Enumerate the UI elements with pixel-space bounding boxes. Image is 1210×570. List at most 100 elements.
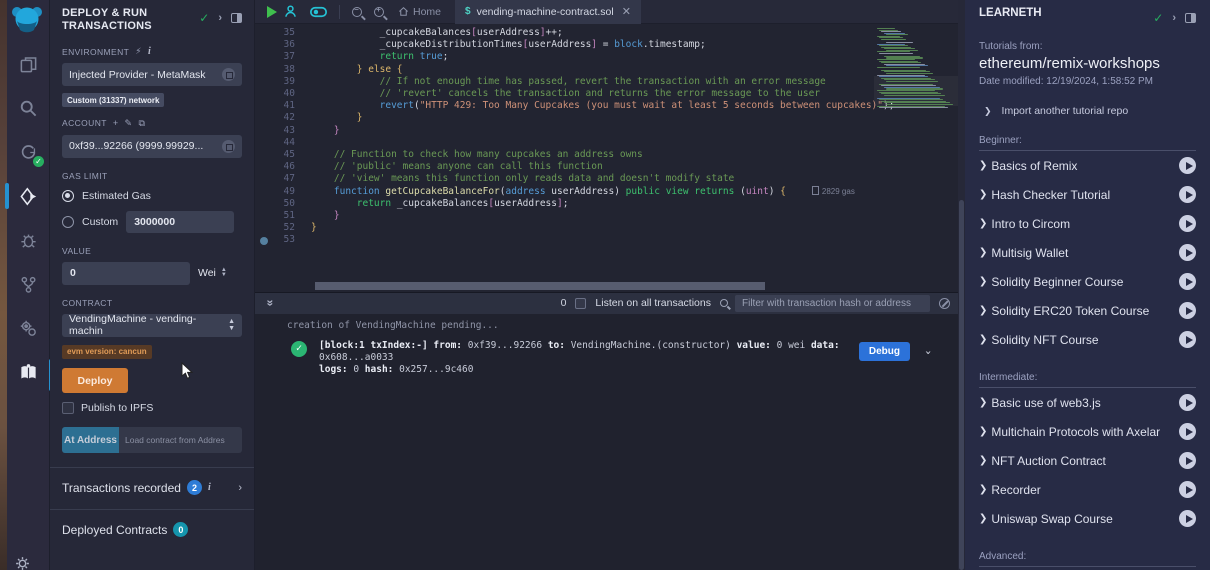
tutorial-item[interactable]: ❯Multisig Wallet [979, 238, 1196, 267]
git-icon[interactable] [7, 262, 50, 306]
play-tutorial-icon[interactable] [1179, 302, 1196, 319]
line-number[interactable]: 47 [255, 173, 311, 185]
file-explorer-icon[interactable] [7, 42, 50, 86]
copy-account-icon[interactable]: ⧉ [138, 118, 145, 129]
line-number[interactable]: 37 [255, 51, 311, 63]
remixd-user-icon[interactable] [283, 4, 298, 19]
tutorial-item[interactable]: ❯Solidity Beginner Course [979, 267, 1196, 296]
code-line[interactable]: 44 [255, 137, 874, 149]
account-select[interactable]: 0xf39...92266 (9999.99929... [62, 135, 242, 158]
code-line[interactable]: 47 // 'view' means this function only re… [255, 173, 874, 185]
environment-select[interactable]: Injected Provider - MetaMask [62, 63, 242, 86]
tutorial-item[interactable]: ❯Solidity ERC20 Token Course [979, 296, 1196, 325]
play-tutorial-icon[interactable] [1179, 157, 1196, 174]
code-line[interactable]: 50 return _cupcakeBalances[userAddress]; [255, 198, 874, 210]
line-number[interactable]: 52 [255, 222, 311, 234]
run-script-icon[interactable] [267, 6, 277, 18]
environment-info-icon[interactable]: i [148, 46, 151, 57]
line-number[interactable]: 35 [255, 27, 311, 39]
editor-minimap[interactable] [874, 24, 958, 281]
line-number[interactable]: 38 [255, 64, 311, 76]
code-line[interactable]: 38 } else { [255, 64, 874, 76]
edit-account-icon[interactable]: ✎ [124, 118, 132, 129]
at-address-input[interactable] [119, 427, 242, 453]
code-line[interactable]: 53 [255, 234, 874, 246]
import-tutorial-repo[interactable]: ❯ Import another tutorial repo [979, 105, 1196, 117]
tutorial-item[interactable]: ❯Intro to Circom [979, 209, 1196, 238]
solidity-compiler-icon[interactable]: ✓ [7, 130, 50, 174]
zoom-in-icon[interactable]: + [374, 7, 384, 17]
play-tutorial-icon[interactable] [1179, 186, 1196, 203]
debug-button[interactable]: Debug [859, 342, 910, 361]
play-tutorial-icon[interactable] [1179, 423, 1196, 440]
play-tutorial-icon[interactable] [1179, 331, 1196, 348]
line-number[interactable]: 39 [255, 76, 311, 88]
value-unit-select[interactable]: Wei ▲▼ [198, 267, 227, 279]
tutorial-item[interactable]: ❯Solidity NFT Course [979, 325, 1196, 354]
play-tutorial-icon[interactable] [1179, 510, 1196, 527]
transactions-recorded-row[interactable]: Transactions recorded 2 i › [62, 480, 242, 495]
line-number[interactable]: 43 [255, 125, 311, 137]
pin-panel-icon[interactable] [231, 13, 242, 23]
plugin-manager-icon[interactable] [7, 306, 50, 350]
gas-custom-input[interactable] [126, 211, 234, 233]
line-number[interactable]: 50 [255, 198, 311, 210]
clear-terminal-icon[interactable] [939, 298, 950, 309]
tx-log-line[interactable]: [block:1 txIndex:-] from: 0xf39...92266 … [319, 340, 843, 376]
horizontal-scrollbar-thumb[interactable] [315, 282, 765, 290]
line-number[interactable]: 40 [255, 88, 311, 100]
play-tutorial-icon[interactable] [1179, 481, 1196, 498]
listen-all-checkbox[interactable] [575, 298, 586, 309]
transactions-expand-icon[interactable]: › [238, 482, 242, 494]
publish-ipfs-checkbox[interactable] [62, 402, 74, 414]
tutorial-item[interactable]: ❯Recorder [979, 475, 1196, 504]
terminal-filter-input[interactable] [735, 295, 930, 312]
theme-toggle-icon[interactable] [310, 6, 327, 18]
tutorial-item[interactable]: ❯Basic use of web3.js [979, 388, 1196, 417]
line-number[interactable]: 42 [255, 112, 311, 124]
line-number[interactable]: 51 [255, 210, 311, 222]
at-address-button[interactable]: At Address [62, 427, 119, 453]
gas-custom-radio[interactable] [62, 216, 74, 228]
code-line[interactable]: 51 } [255, 210, 874, 222]
vertical-scrollbar-thumb[interactable] [959, 200, 964, 570]
code-line[interactable]: 45 // Function to check how many cupcake… [255, 149, 874, 161]
close-tab-icon[interactable]: ✕ [622, 5, 631, 18]
play-tutorial-icon[interactable] [1179, 394, 1196, 411]
code-line[interactable]: 36 _cupcakeDistributionTimes[userAddress… [255, 39, 874, 51]
code-line[interactable]: 42 } [255, 112, 874, 124]
line-number[interactable]: 46 [255, 161, 311, 173]
panel-splitter[interactable] [958, 0, 965, 570]
learneth-icon[interactable] [7, 350, 50, 394]
transactions-info-icon[interactable]: i [208, 482, 211, 493]
add-account-icon[interactable]: + [113, 118, 119, 128]
search-icon[interactable] [7, 86, 50, 130]
play-tutorial-icon[interactable] [1179, 215, 1196, 232]
tutorial-item[interactable]: ❯Uniswap Swap Course [979, 504, 1196, 533]
gas-estimated-option[interactable]: Estimated Gas [62, 190, 242, 202]
line-number[interactable]: 44 [255, 137, 311, 149]
line-number[interactable]: 36 [255, 39, 311, 51]
learneth-expand-icon[interactable]: › [1172, 12, 1176, 24]
breakpoint-dot[interactable] [260, 237, 268, 245]
tutorial-item[interactable]: ❯NFT Auction Contract [979, 446, 1196, 475]
expand-tx-icon[interactable]: › [922, 349, 935, 356]
code-editor[interactable]: 35 _cupcakeBalances[userAddress]++;36 _c… [255, 24, 958, 281]
account-copy-icon[interactable] [222, 140, 235, 153]
home-tab[interactable]: Home [398, 6, 441, 18]
plug-icon[interactable]: ⚡ [135, 46, 142, 57]
code-line[interactable]: 43 } [255, 125, 874, 137]
line-number[interactable]: 49 [255, 186, 311, 198]
gas-custom-option[interactable]: Custom [62, 211, 242, 233]
code-line[interactable]: 40 // 'revert' cancels the transaction a… [255, 88, 874, 100]
code-line[interactable]: 39 // If not enough time has passed, rev… [255, 76, 874, 88]
tutorial-item[interactable]: ❯Basics of Remix [979, 151, 1196, 180]
environment-copy-icon[interactable] [222, 68, 235, 81]
expand-terminal-icon[interactable]: » [263, 300, 277, 307]
learneth-pin-icon[interactable] [1185, 13, 1196, 23]
play-tutorial-icon[interactable] [1179, 452, 1196, 469]
gas-estimated-radio[interactable] [62, 190, 74, 202]
play-tutorial-icon[interactable] [1179, 273, 1196, 290]
expand-panel-icon[interactable]: › [218, 12, 222, 24]
code-line[interactable]: 46 // 'public' means anyone can call thi… [255, 161, 874, 173]
